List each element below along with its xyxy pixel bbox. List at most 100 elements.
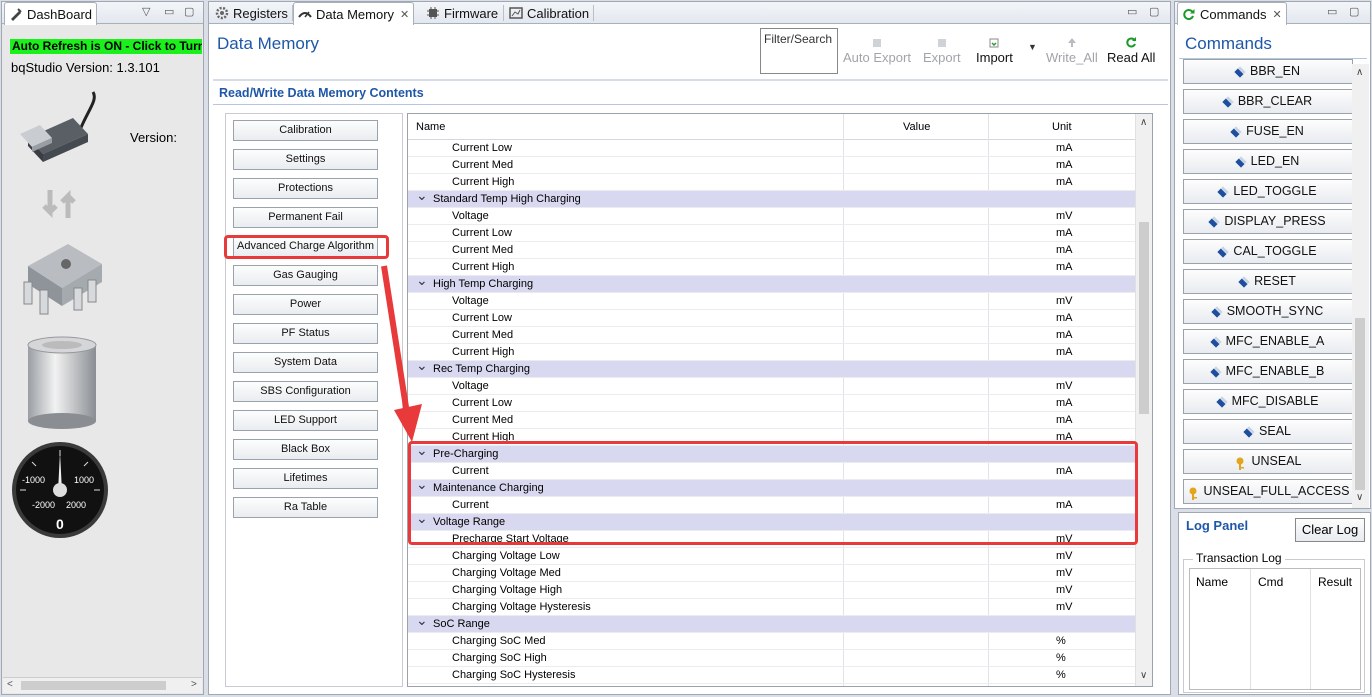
table-row[interactable]: Current Med mA [408, 327, 1135, 344]
log-column-name[interactable]: Name [1196, 575, 1228, 589]
category-button[interactable]: Lifetimes [233, 468, 378, 489]
table-row[interactable]: Current Low mA [408, 225, 1135, 242]
pen-icon [1215, 396, 1228, 408]
command-button[interactable]: MFC_DISABLE [1183, 389, 1353, 414]
command-button[interactable]: UNSEAL_FULL_ACCESS [1183, 479, 1353, 504]
maximize-icon[interactable]: ▢ [184, 5, 194, 18]
dashboard-hscroll[interactable]: < > [3, 677, 202, 693]
log-column-result[interactable]: Result [1318, 575, 1352, 589]
table-row[interactable]: Voltage mV [408, 378, 1135, 395]
filter-search-box[interactable]: Filter/Search [760, 28, 838, 74]
category-button[interactable]: Calibration [233, 120, 378, 141]
table-row[interactable]: Charging SoC Med% [408, 633, 1135, 650]
clear-log-button[interactable]: Clear Log [1295, 518, 1365, 542]
command-button[interactable]: LED_TOGGLE [1183, 179, 1353, 204]
minimize-icon[interactable]: ▭ [164, 5, 174, 18]
tab-data-memory[interactable]: Data Memory ✕ [293, 2, 415, 25]
table-group-row[interactable]: ⌄ Standard Temp High Charging [408, 187, 1135, 208]
table-row[interactable]: Voltage mV [408, 293, 1135, 310]
write-all-button[interactable]: Write_All [1046, 36, 1098, 65]
column-name-header[interactable]: Name [416, 121, 445, 133]
table-row[interactable]: Charging Voltage High mV [408, 582, 1135, 599]
import-dropdown-icon[interactable]: ▼ [1028, 42, 1037, 52]
tab-registers[interactable]: Registers [211, 2, 292, 24]
command-button[interactable]: SEAL [1183, 419, 1353, 444]
scroll-up-icon[interactable]: ∧ [1140, 117, 1147, 128]
command-button[interactable]: RESET [1183, 269, 1353, 294]
column-value-header[interactable]: Value [903, 121, 930, 133]
scroll-left-icon[interactable]: < [7, 679, 13, 690]
vscroll-thumb[interactable] [1139, 222, 1149, 414]
table-row[interactable]: Current Med mA [408, 412, 1135, 429]
chevron-down-icon[interactable]: ⌄ [416, 187, 428, 204]
read-all-button[interactable]: Read All [1107, 36, 1155, 65]
category-button[interactable]: Black Box [233, 439, 378, 460]
table-group-row[interactable]: ⌄ Rec Temp Charging [408, 357, 1135, 378]
scroll-up-icon[interactable]: ∧ [1356, 67, 1363, 78]
table-vscroll[interactable]: ∧ ∨ [1135, 114, 1152, 686]
table-group-row[interactable]: ⌄ High Temp Charging [408, 272, 1135, 293]
command-button[interactable]: BBR_CLEAR [1183, 89, 1353, 114]
chevron-down-icon[interactable]: ⌄ [416, 612, 428, 629]
category-button[interactable]: Settings [233, 149, 378, 170]
commands-vscroll[interactable]: ∧ ∨ [1352, 64, 1369, 508]
close-icon[interactable]: ✕ [400, 8, 409, 21]
table-row[interactable]: Charging SoC Hysteresis% [408, 667, 1135, 684]
command-button[interactable]: FUSE_EN [1183, 119, 1353, 144]
category-button[interactable]: PF Status [233, 323, 378, 344]
command-button[interactable]: LED_EN [1183, 149, 1353, 174]
tab-dashboard[interactable]: DashBoard [4, 2, 98, 25]
hscroll-thumb[interactable] [21, 681, 166, 690]
auto-export-button[interactable]: Auto Export [843, 36, 911, 65]
close-icon[interactable]: ✕ [1272, 8, 1281, 21]
command-button[interactable]: CAL_TOGGLE [1183, 239, 1353, 264]
tab-firmware[interactable]: Firmware [422, 2, 502, 24]
command-button[interactable]: MFC_ENABLE_A [1183, 329, 1353, 354]
category-button[interactable]: SBS Configuration [233, 381, 378, 402]
command-button[interactable]: DISPLAY_PRESS [1183, 209, 1353, 234]
table-row[interactable]: Charging Voltage Hysteresis mV [408, 599, 1135, 616]
category-button[interactable]: Permanent Fail [233, 207, 378, 228]
import-button[interactable]: Import [976, 36, 1013, 65]
table-row[interactable]: Current Low mA [408, 140, 1135, 157]
table-row[interactable]: Current High mA [408, 259, 1135, 276]
category-button[interactable]: LED Support [233, 410, 378, 431]
table-row[interactable]: Current Med mA [408, 157, 1135, 174]
tab-commands[interactable]: Commands ✕ [1177, 2, 1287, 25]
table-row[interactable]: Current Low mA [408, 395, 1135, 412]
maximize-icon[interactable]: ▢ [1349, 5, 1359, 18]
row-name: Voltage [452, 380, 489, 392]
tab-calibration[interactable]: Calibration [505, 2, 593, 24]
table-row[interactable]: Current High mA [408, 174, 1135, 191]
category-button[interactable]: Protections [233, 178, 378, 199]
scroll-right-icon[interactable]: > [191, 679, 197, 690]
minimize-icon[interactable]: ▭ [1127, 5, 1137, 18]
table-row[interactable]: Current Low mA [408, 310, 1135, 327]
table-row[interactable]: Current Med mA [408, 242, 1135, 259]
column-unit-header[interactable]: Unit [1052, 121, 1072, 133]
command-button[interactable]: UNSEAL [1183, 449, 1353, 474]
command-button[interactable]: BBR_EN [1183, 59, 1353, 84]
table-row[interactable]: Voltage mV [408, 208, 1135, 225]
row-name: Charging Voltage Hysteresis [452, 601, 591, 613]
table-group-row[interactable]: ⌄ SoC Range [408, 612, 1135, 633]
maximize-icon[interactable]: ▢ [1149, 5, 1159, 18]
category-button[interactable]: Power [233, 294, 378, 315]
view-menu-icon[interactable]: ▽ [142, 5, 150, 18]
export-button[interactable]: Export [923, 36, 961, 65]
command-button[interactable]: MFC_ENABLE_B [1183, 359, 1353, 384]
category-button[interactable]: Gas Gauging [233, 265, 378, 286]
table-row[interactable]: Charging Voltage Med mV [408, 565, 1135, 582]
table-row[interactable]: Charging SoC High% [408, 650, 1135, 667]
scroll-down-icon[interactable]: ∨ [1140, 670, 1147, 681]
category-button[interactable]: System Data [233, 352, 378, 373]
table-row[interactable]: Charging Voltage Low mV [408, 548, 1135, 565]
auto-refresh-toggle[interactable]: Auto Refresh is ON - Click to Turn [10, 39, 202, 54]
minimize-icon[interactable]: ▭ [1327, 5, 1337, 18]
scroll-down-icon[interactable]: ∨ [1356, 492, 1363, 503]
vscroll-thumb[interactable] [1355, 318, 1365, 490]
command-button[interactable]: SMOOTH_SYNC [1183, 299, 1353, 324]
log-column-cmd[interactable]: Cmd [1258, 575, 1283, 589]
category-button[interactable]: Ra Table [233, 497, 378, 518]
table-row[interactable]: Current High mA [408, 344, 1135, 361]
